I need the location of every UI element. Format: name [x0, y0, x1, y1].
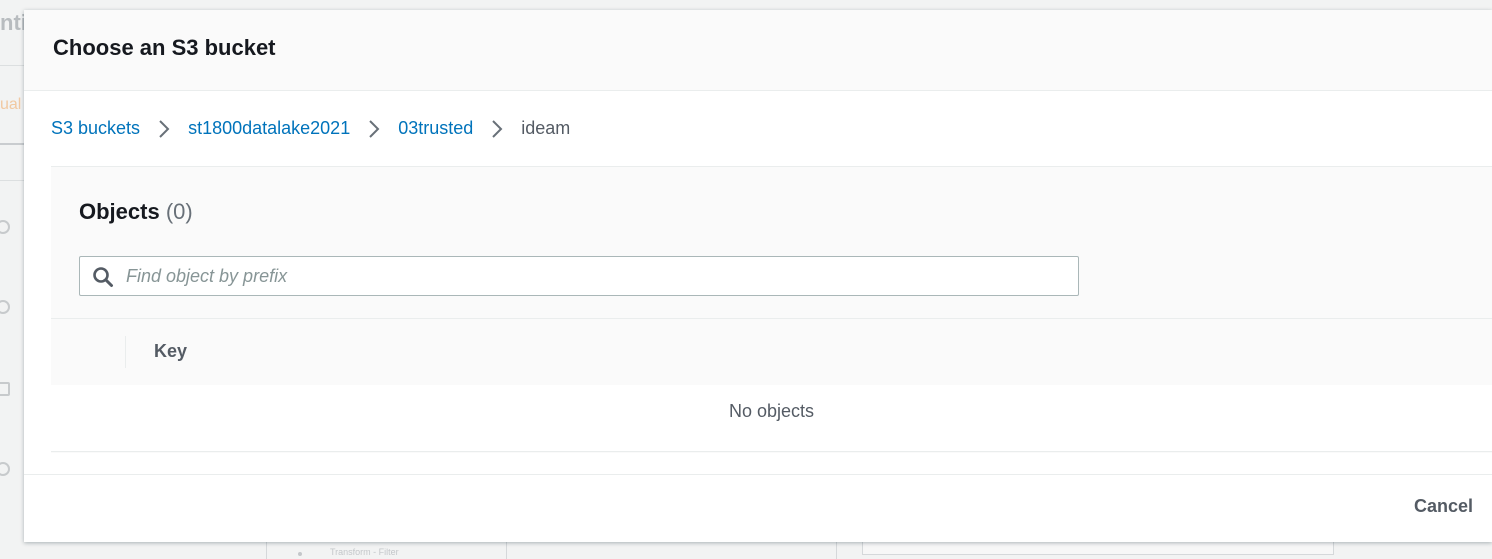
table-header: Key — [51, 318, 1492, 386]
breadcrumb-folder[interactable]: 03trusted — [398, 118, 473, 139]
modal-body: S3 buckets st1800datalake2021 03trusted … — [24, 91, 1492, 474]
empty-message: No objects — [728, 401, 815, 421]
background-panel — [862, 540, 1334, 555]
search-box — [79, 256, 1079, 296]
search-input[interactable] — [126, 257, 1070, 295]
background-tab-indicator — [0, 143, 24, 145]
node-port-icon — [298, 552, 302, 556]
background-page-title: nti — [0, 10, 27, 35]
background-divider — [266, 540, 267, 559]
breadcrumb-current: ideam — [521, 118, 571, 138]
chevron-right-icon — [159, 119, 170, 138]
objects-heading-label: Objects — [79, 199, 160, 224]
breadcrumb-bucket[interactable]: st1800datalake2021 — [188, 118, 350, 139]
modal-header: Choose an S3 bucket — [24, 10, 1492, 91]
breadcrumb-s3-buckets[interactable]: S3 buckets — [51, 118, 140, 139]
objects-count: (0) — [165, 199, 193, 224]
column-divider — [125, 336, 126, 368]
column-header-key[interactable]: Key — [154, 341, 187, 362]
reset-icon — [0, 462, 10, 476]
background-divider — [0, 65, 24, 66]
cancel-button[interactable]: Cancel — [1414, 496, 1473, 517]
background-divider — [506, 540, 507, 559]
chevron-right-icon — [492, 119, 503, 138]
modal-title: Choose an S3 bucket — [53, 35, 276, 60]
background-divider — [0, 180, 24, 181]
breadcrumb: S3 buckets st1800datalake2021 03trusted … — [51, 118, 570, 139]
choose-s3-bucket-modal: Choose an S3 bucket S3 buckets st1800dat… — [24, 10, 1492, 542]
fit-screen-icon — [0, 382, 10, 396]
background-divider — [836, 540, 837, 559]
modal-footer: Cancel — [24, 474, 1492, 542]
search-icon — [93, 267, 113, 287]
background-tab: ual — [0, 96, 22, 113]
zoom-in-icon — [0, 220, 10, 234]
objects-panel: Objects (0) Key No objects — [51, 166, 1492, 453]
objects-heading: Objects (0) — [79, 199, 193, 225]
background-node-label: Transform - Filter — [330, 547, 399, 557]
chevron-right-icon — [369, 119, 380, 138]
zoom-out-icon — [0, 300, 10, 314]
table-empty-row: No objects — [51, 385, 1492, 452]
